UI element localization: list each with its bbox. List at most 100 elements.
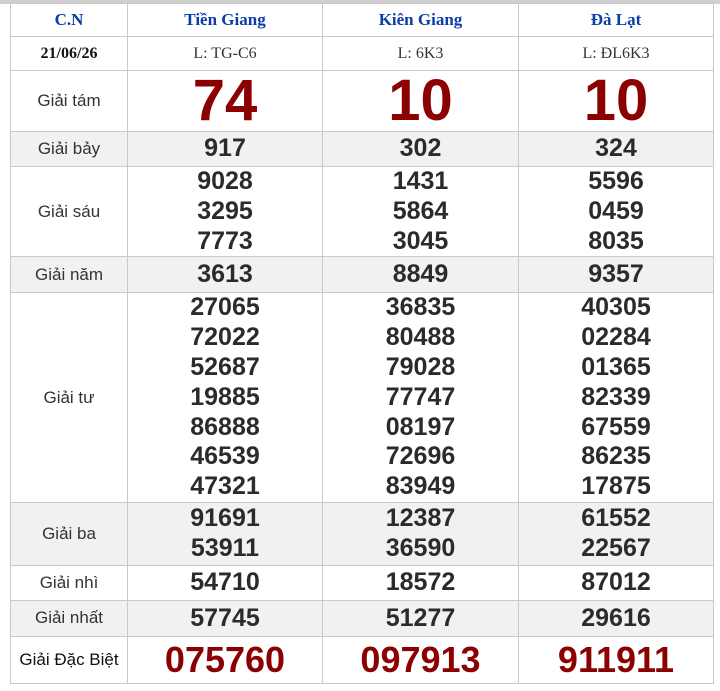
prize-number: 22567 [581, 533, 651, 562]
prize-number: 9357 [588, 259, 644, 288]
prize-numbers-cell: 74 [127, 68, 323, 133]
prize-numbers-cell: 18572 [322, 564, 519, 601]
series-row: 21/06/26 L: TG-C6 L: 6K3 L: ĐL6K3 [10, 36, 714, 71]
prize-number: 324 [595, 134, 637, 163]
prize-number: 36835 [385, 293, 456, 322]
prize-numbers-cell: 87012 [518, 564, 714, 601]
prize-label: Giải Đặc Biệt [10, 635, 128, 684]
prize-number: 917 [204, 134, 246, 163]
prize-number: 27065 [190, 293, 260, 322]
prize-number: 72696 [385, 442, 456, 471]
prize-label: Giải tám [10, 70, 128, 132]
prize-number: 9028 [197, 167, 253, 195]
prize-row-g6: Giải sáu 9028 3295 7773 1431 5864 3045 5596 0459… [10, 165, 714, 258]
prize-numbers-cell: 27065 72022 52687 19885 86888 46539 47321 [127, 292, 323, 503]
prize-label: Giải ba [10, 501, 128, 566]
prize-numbers-cell: 51277 [322, 599, 519, 637]
prize-number: 01365 [581, 352, 651, 381]
prize-numbers-cell: 911911 [518, 635, 714, 684]
prize-numbers-cell: 075760 [127, 635, 323, 684]
prize-number: 74 [192, 68, 258, 133]
prize-number: 17875 [581, 472, 651, 501]
prize-number: 86888 [190, 412, 260, 441]
prize-number: 3045 [392, 226, 449, 255]
prize-number: 54710 [190, 568, 260, 597]
prize-numbers-cell: 10 [518, 70, 714, 132]
prize-numbers-cell: 54710 [127, 564, 323, 601]
prize-label: Giải tư [10, 292, 128, 503]
series-code: L: TG-C6 [127, 36, 323, 71]
prize-numbers-cell: 40305 02284 01365 82339 67559 86235 17875 [518, 292, 714, 503]
prize-numbers-cell: 10 [322, 68, 519, 133]
prize-numbers-cell: 9028 3295 7773 [127, 165, 323, 258]
prize-numbers-cell: 29616 [518, 599, 714, 637]
prize-label: Giải nhì [10, 564, 128, 601]
prize-row-g3: Giải ba 91691 53911 12387 36590 61552 22567 [10, 501, 714, 566]
prize-number: 5864 [392, 196, 449, 225]
prize-number: 8035 [588, 226, 644, 255]
prize-number: 52687 [190, 352, 260, 381]
prize-numbers-cell: 61552 22567 [518, 501, 714, 566]
prize-number: 79028 [385, 352, 456, 381]
prize-numbers-cell: 9357 [518, 256, 714, 294]
prize-row-special: Giải Đặc Biệt 075760 097913 911911 [10, 635, 714, 684]
prize-number: 8849 [392, 259, 449, 288]
prize-row-g5: Giải năm 3613 8849 9357 [10, 256, 714, 294]
prize-numbers-cell: 12387 36590 [322, 501, 519, 566]
prize-numbers-cell: 324 [518, 131, 714, 167]
prize-number: 91691 [190, 504, 260, 533]
prize-number: 86235 [581, 442, 651, 471]
prize-number: 08197 [385, 412, 456, 441]
province-da-lat[interactable]: Đà Lạt [518, 3, 714, 37]
prize-numbers-cell: 1431 5864 3045 [322, 165, 519, 258]
prize-numbers-cell: 3613 [127, 256, 323, 294]
series-code: L: ĐL6K3 [518, 36, 714, 71]
prize-number: 0459 [588, 196, 644, 225]
prize-number: 1431 [392, 167, 449, 195]
prize-row-g4: Giải tư 27065 72022 52687 19885 86888 46539 473… [10, 292, 714, 503]
prize-number: 29616 [581, 603, 651, 632]
prize-number: 80488 [385, 323, 456, 352]
prize-number: 302 [399, 134, 442, 163]
prize-number: 7773 [197, 226, 253, 255]
prize-number: 36590 [385, 533, 456, 562]
prize-number: 83949 [385, 472, 456, 501]
prize-number: 87012 [581, 568, 651, 597]
series-code: L: 6K3 [322, 36, 519, 71]
prize-number: 18572 [385, 568, 456, 597]
prize-numbers-cell: 8849 [322, 256, 519, 294]
province-tien-giang[interactable]: Tiền Giang [127, 3, 323, 37]
prize-number: 911911 [557, 638, 675, 680]
prize-number: 3613 [197, 259, 253, 288]
prize-number: 82339 [581, 382, 651, 411]
prize-number: 77747 [385, 382, 456, 411]
prize-number: 57745 [190, 603, 260, 632]
prize-numbers-cell: 57745 [127, 599, 323, 637]
prize-number: 46539 [190, 442, 260, 471]
prize-number: 097913 [360, 638, 481, 680]
prize-number: 3295 [197, 196, 253, 225]
prize-number: 10 [388, 68, 453, 133]
prize-number: 19885 [190, 382, 260, 411]
prize-number: 02284 [581, 323, 651, 352]
prize-label: Giải bảy [10, 131, 128, 167]
prize-number: 5596 [588, 167, 644, 195]
prize-number: 53911 [190, 533, 260, 562]
prize-numbers-cell: 36835 80488 79028 77747 08197 72696 83949 [322, 292, 519, 503]
prize-number: 47321 [190, 472, 260, 501]
draw-date: 21/06/26 [10, 36, 128, 71]
prize-row-g2: Giải nhì 54710 18572 87012 [10, 564, 714, 601]
prize-row-g7: Giải bảy 917 302 324 [10, 131, 714, 167]
prize-number: 67559 [581, 412, 651, 441]
prize-numbers-cell: 302 [322, 131, 519, 167]
prize-row-g8: Giải tám 74 10 10 [10, 68, 714, 133]
prize-label: Giải sáu [10, 165, 128, 258]
prize-numbers-cell: 5596 0459 8035 [518, 165, 714, 258]
prize-number: 12387 [385, 504, 456, 533]
prize-number: 61552 [581, 504, 651, 533]
prize-label: Giải năm [10, 256, 128, 294]
prize-numbers-cell: 917 [127, 131, 323, 167]
prize-numbers-cell: 91691 53911 [127, 501, 323, 566]
lottery-results-table: C.N Tiền Giang Kiên Giang Đà Lạt 21/06/2… [10, 3, 714, 684]
province-kien-giang[interactable]: Kiên Giang [322, 3, 519, 37]
